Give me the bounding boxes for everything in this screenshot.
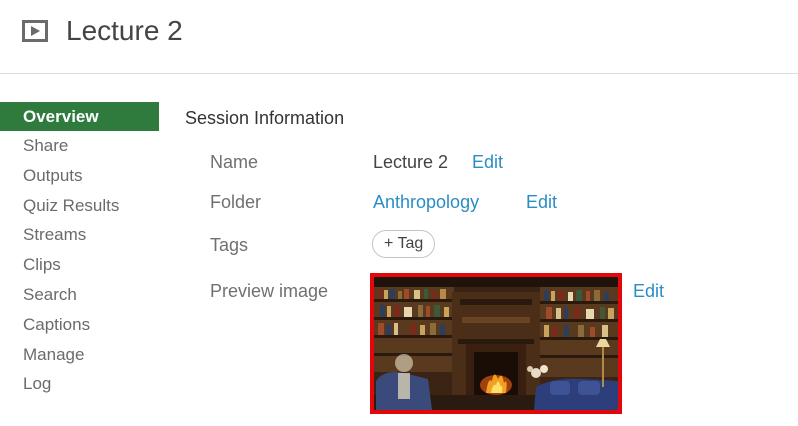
library-fireplace-thumbnail [374, 277, 618, 410]
page-header: Lecture 2 [0, 0, 798, 74]
sidebar-nav: Overview Share Outputs Quiz Results Stre… [0, 102, 159, 399]
folder-link[interactable]: Anthropology [373, 190, 479, 214]
sidebar-item-streams[interactable]: Streams [0, 220, 159, 250]
tags-label: Tags [210, 235, 249, 255]
preview-image-label: Preview image [210, 281, 329, 301]
edit-folder-link[interactable]: Edit [526, 190, 557, 214]
preview-image[interactable] [370, 273, 622, 414]
folder-label: Folder [210, 192, 262, 212]
edit-name-link[interactable]: Edit [472, 150, 503, 174]
sidebar-item-share[interactable]: Share [0, 131, 159, 161]
sidebar-item-log[interactable]: Log [0, 369, 159, 399]
sidebar-item-manage[interactable]: Manage [0, 340, 159, 370]
video-play-icon [22, 20, 48, 42]
sidebar-item-outputs[interactable]: Outputs [0, 161, 159, 191]
page-title: Lecture 2 [66, 15, 183, 46]
name-label: Name [210, 152, 259, 172]
name-value: Lecture 2 [373, 152, 449, 172]
sidebar-item-overview[interactable]: Overview [0, 102, 159, 131]
sidebar-item-clips[interactable]: Clips [0, 250, 159, 280]
section-title: Session Information [185, 108, 345, 128]
edit-preview-image-link[interactable]: Edit [633, 279, 664, 303]
sidebar-item-search[interactable]: Search [0, 280, 159, 310]
sidebar-item-captions[interactable]: Captions [0, 310, 159, 340]
sidebar-item-quiz-results[interactable]: Quiz Results [0, 191, 159, 221]
add-tag-button[interactable]: + Tag [372, 230, 436, 258]
